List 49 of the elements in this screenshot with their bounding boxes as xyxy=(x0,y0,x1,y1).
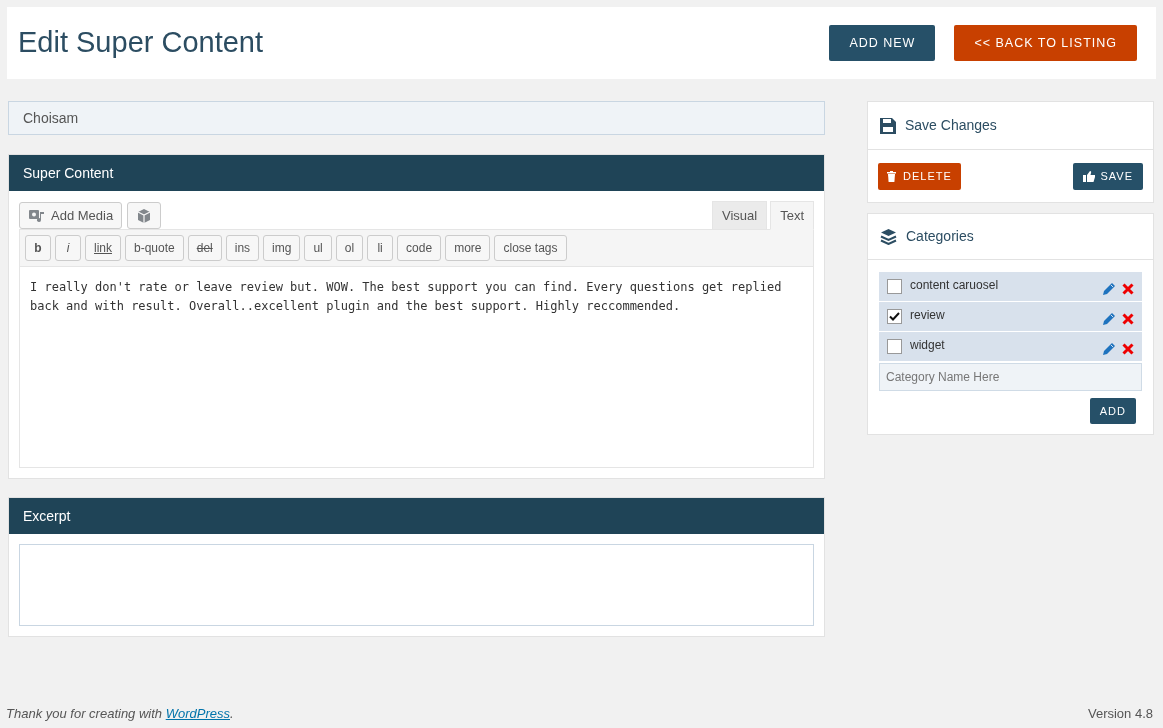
pencil-icon[interactable] xyxy=(1102,311,1116,326)
thumbs-up-icon xyxy=(1083,170,1096,182)
layers-icon xyxy=(880,228,897,245)
quicktag-button[interactable]: ins xyxy=(225,235,260,261)
delete-icon[interactable] xyxy=(1122,312,1134,325)
quicktag-button[interactable]: ul xyxy=(304,235,332,261)
checkbox[interactable] xyxy=(887,309,902,324)
back-to-listing-button[interactable]: << BACK TO LISTING xyxy=(954,25,1137,61)
add-new-button[interactable]: ADD NEW xyxy=(829,25,936,61)
save-button[interactable]: SAVE xyxy=(1073,162,1143,190)
cube-icon xyxy=(136,207,153,224)
category-label: review xyxy=(910,307,946,324)
pencil-icon[interactable] xyxy=(1102,281,1116,296)
quicktag-button[interactable]: code xyxy=(397,235,442,261)
box-heading: Save Changes xyxy=(905,116,997,135)
trash-icon xyxy=(887,170,896,182)
footer-credit: Thank you for creating with WordPress. xyxy=(6,704,234,723)
editor-tab[interactable]: Visual xyxy=(711,201,768,230)
delete-icon[interactable] xyxy=(1122,342,1134,355)
panel-header: Excerpt xyxy=(9,498,824,534)
quicktag-button[interactable]: b xyxy=(25,235,51,261)
wordpress-link[interactable]: WordPress xyxy=(165,705,230,721)
quicktag-button[interactable]: del xyxy=(187,235,222,261)
editor-tab[interactable]: Text xyxy=(770,201,814,230)
quicktag-button[interactable]: i xyxy=(55,235,81,261)
add-category-button[interactable]: ADD xyxy=(1089,398,1136,424)
category-label: content caruosel xyxy=(910,277,1000,294)
media-icon xyxy=(28,207,46,224)
quicktag-button[interactable]: ol xyxy=(335,235,364,261)
delete-button[interactable]: DELETE xyxy=(878,162,961,190)
quicktag-button[interactable]: more xyxy=(445,235,491,261)
category-name-field[interactable]: Category Name Here xyxy=(879,363,1142,391)
insert-block-button[interactable] xyxy=(127,202,162,229)
box-heading: Categories xyxy=(906,227,974,246)
quicktag-button[interactable]: li xyxy=(367,235,394,261)
quicktag-button[interactable]: link xyxy=(85,235,121,261)
page-title: Edit Super Content xyxy=(18,25,264,61)
quicktag-button[interactable]: close tags xyxy=(494,235,567,261)
version-text: Version 4.8 xyxy=(1087,704,1153,723)
quicktag-button[interactable]: img xyxy=(263,235,301,261)
quicktag-button[interactable]: b-quote xyxy=(125,235,184,261)
title-field[interactable]: Choisam xyxy=(8,101,825,135)
checkbox[interactable] xyxy=(887,279,902,294)
add-media-button[interactable]: Add Media xyxy=(19,202,123,229)
pencil-icon[interactable] xyxy=(1102,341,1116,356)
delete-icon[interactable] xyxy=(1122,282,1134,295)
checkbox[interactable] xyxy=(887,339,902,354)
panel-header: Super Content xyxy=(9,155,824,191)
category-label: widget xyxy=(910,337,946,354)
